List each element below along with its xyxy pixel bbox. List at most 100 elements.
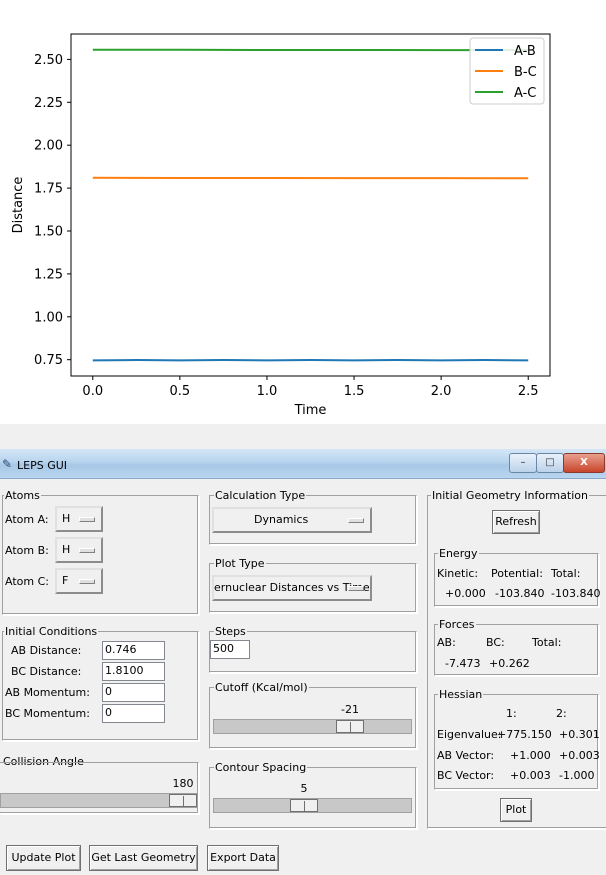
minimize-button[interactable]: – xyxy=(509,453,537,473)
cutoff-slider[interactable] xyxy=(213,719,412,734)
atom-a-label: Atom A: xyxy=(5,513,49,526)
x-tick-label: 1.5 xyxy=(344,384,365,399)
atom-c-label: Atom C: xyxy=(5,575,49,588)
ab-momentum-label: AB Momentum: xyxy=(5,686,90,699)
collision-angle-value: 180 xyxy=(172,777,194,790)
eigenvalue-1: +775.150 xyxy=(497,728,552,741)
y-tick-label: 0.75 xyxy=(34,353,63,368)
legend-label: A-C xyxy=(514,86,536,101)
bc-momentum-field[interactable]: 0 xyxy=(102,704,165,723)
y-tick-label: 1.75 xyxy=(34,182,63,197)
collision-angle-slider-thumb[interactable] xyxy=(169,794,197,807)
bc-distance-field[interactable]: 1.8100 xyxy=(102,662,165,681)
dropdown-indicator-icon xyxy=(79,548,95,553)
atom-c-select[interactable]: F xyxy=(55,568,103,594)
dropdown-indicator-icon xyxy=(79,517,95,522)
force-total-label: Total: xyxy=(532,636,562,649)
legend: A-B B-C A-C xyxy=(469,37,545,105)
hessian-title: Hessian xyxy=(438,688,484,701)
plot-type-value: ernuclear Distances vs Time xyxy=(214,581,370,594)
force-bc-value: +0.262 xyxy=(489,657,530,670)
x-tick-label: 0.5 xyxy=(170,384,191,399)
legend-label: A-B xyxy=(514,44,536,59)
contour-spacing-title: Contour Spacing xyxy=(214,761,308,774)
steps-field[interactable]: 500 xyxy=(210,640,250,659)
atom-c-value: F xyxy=(62,574,69,587)
forces-title: Forces xyxy=(438,618,476,631)
distance-vs-time-chart: 0.0 0.5 1.0 1.5 2.0 2.5 0.75 1.00 1.25 1.50 1.75 2.… xyxy=(0,0,606,424)
title-bar[interactable]: ✎ LEPS GUI – □ X xyxy=(0,449,606,479)
export-data-button[interactable]: Export Data xyxy=(207,845,279,871)
ab-distance-label: AB Distance: xyxy=(11,644,82,657)
steps-frame-title: Steps xyxy=(214,625,247,638)
y-tick-label: 1.00 xyxy=(34,310,63,325)
leps-gui-window: ✎ LEPS GUI – □ X Atoms Atom A: H Atom B:… xyxy=(0,449,606,875)
y-tick-label: 2.00 xyxy=(34,139,63,154)
atoms-frame-title: Atoms xyxy=(4,489,41,502)
x-axis-label: Time xyxy=(294,403,327,418)
ab-vector-1: +1.000 xyxy=(510,749,551,762)
series-line-b-c xyxy=(92,176,529,180)
y-tick-label: 1.50 xyxy=(34,224,63,239)
cutoff-frame xyxy=(209,687,417,749)
contour-spacing-value: 5 xyxy=(300,782,308,795)
cutoff-frame-title: Cutoff (Kcal/mol) xyxy=(214,681,309,694)
ab-vector-label: AB Vector: xyxy=(437,749,495,762)
total-energy-value: -103.840 xyxy=(551,587,601,600)
legend-label: B-C xyxy=(514,65,537,80)
eigenvalue-2: +0.301 xyxy=(559,728,600,741)
bc-momentum-label: BC Momentum: xyxy=(5,707,90,720)
calc-type-select[interactable]: Dynamics xyxy=(212,507,372,533)
eigenvalue-label: Eigenvalue: xyxy=(437,728,502,741)
kinetic-label: Kinetic: xyxy=(437,567,479,580)
close-button[interactable]: X xyxy=(563,453,605,473)
update-plot-button[interactable]: Update Plot xyxy=(6,845,81,871)
bc-vector-2: -1.000 xyxy=(559,769,595,782)
maximize-button[interactable]: □ xyxy=(536,453,564,473)
energy-title: Energy xyxy=(438,547,479,560)
y-axis-label: Distance xyxy=(11,177,26,234)
kinetic-value: +0.000 xyxy=(445,587,486,600)
x-tick-label: 1.0 xyxy=(257,384,278,399)
hessian-col1-label: 1: xyxy=(506,707,517,720)
plot-type-select[interactable]: ernuclear Distances vs Time xyxy=(212,575,372,601)
dropdown-indicator-icon xyxy=(79,579,95,584)
contour-spacing-slider-thumb[interactable] xyxy=(290,799,318,812)
atom-a-value: H xyxy=(62,512,71,525)
separator-strip xyxy=(0,424,606,449)
force-ab-label: AB: xyxy=(437,636,456,649)
x-tick-label: 2.0 xyxy=(431,384,452,399)
y-tick-label: 2.50 xyxy=(34,53,63,68)
y-tick-label: 2.25 xyxy=(34,96,63,111)
atom-b-select[interactable]: H xyxy=(55,537,103,563)
plot-button[interactable]: Plot xyxy=(500,798,532,822)
initial-conditions-title: Initial Conditions xyxy=(4,625,99,638)
dropdown-indicator-icon xyxy=(348,586,364,591)
plot-type-frame-title: Plot Type xyxy=(214,557,266,570)
force-bc-label: BC: xyxy=(486,636,505,649)
y-tick-label: 1.25 xyxy=(34,267,63,282)
geometry-info-title: Initial Geometry Information xyxy=(431,489,589,502)
collision-angle-slider[interactable] xyxy=(0,793,198,808)
atom-b-label: Atom B: xyxy=(5,544,49,557)
x-tick-label: 0.0 xyxy=(82,384,103,399)
force-ab-value: -7.473 xyxy=(445,657,481,670)
cutoff-slider-thumb[interactable] xyxy=(336,720,364,733)
cutoff-value: -21 xyxy=(341,703,359,716)
calc-type-value: Dynamics xyxy=(254,513,309,526)
potential-label: Potential: xyxy=(491,567,543,580)
x-tick-label: 2.5 xyxy=(518,384,539,399)
atom-a-select[interactable]: H xyxy=(55,506,103,532)
ab-momentum-field[interactable]: 0 xyxy=(102,683,165,702)
ab-distance-field[interactable]: 0.746 xyxy=(102,641,165,660)
get-last-geometry-button[interactable]: Get Last Geometry xyxy=(89,845,198,871)
bc-vector-label: BC Vector: xyxy=(437,769,495,782)
atom-b-value: H xyxy=(62,543,71,556)
refresh-button[interactable]: Refresh xyxy=(492,510,540,534)
ab-vector-2: +0.003 xyxy=(559,749,600,762)
window-title: LEPS GUI xyxy=(17,459,68,472)
potential-value: -103.840 xyxy=(495,587,545,600)
dropdown-indicator-icon xyxy=(348,518,364,523)
calc-type-frame-title: Calculation Type xyxy=(214,489,307,502)
contour-spacing-slider[interactable] xyxy=(213,798,412,813)
